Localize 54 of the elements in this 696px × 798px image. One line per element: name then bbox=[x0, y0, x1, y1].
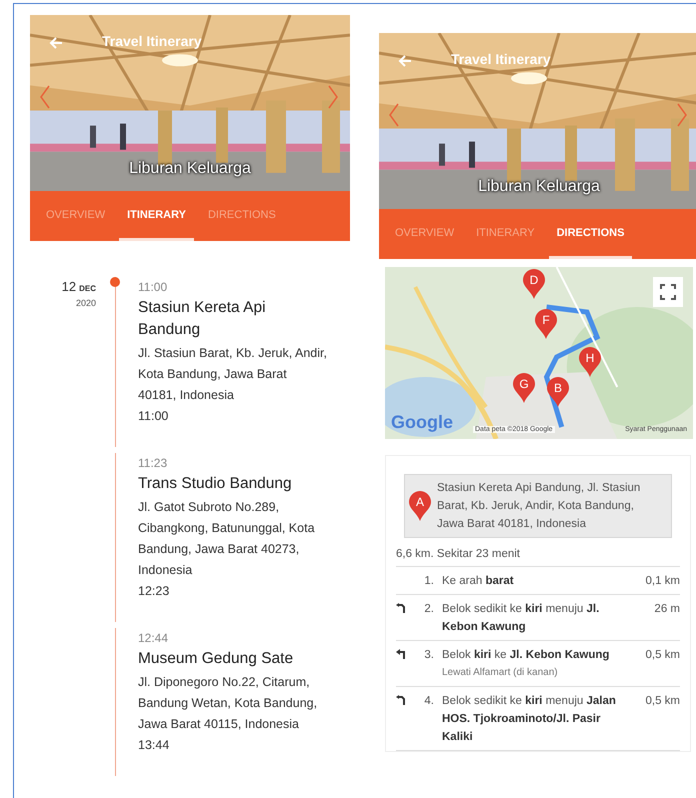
step-number: 2. bbox=[423, 602, 435, 617]
date-month: DEC bbox=[79, 284, 96, 293]
step-instruction: Belok sedikit ke kiri menuju Jl. Kebon Kawung bbox=[442, 602, 600, 635]
next-chevron-icon[interactable] bbox=[677, 103, 687, 127]
arrival-time: 12:44 bbox=[138, 630, 170, 647]
turn-slight-left-icon bbox=[396, 603, 406, 613]
trip-name: Liburan Keluarga bbox=[478, 178, 600, 196]
screen-title: Travel Itinerary bbox=[102, 33, 202, 49]
step-distance: 0,5 km bbox=[644, 648, 680, 663]
place-address: Jl. Stasiun Barat, Kb. Jeruk, Andir, Kota Bandung, Jawa Barat 40181, Indonesia bbox=[138, 345, 328, 404]
next-chevron-icon[interactable] bbox=[328, 85, 338, 109]
arrival-time: 11:00 bbox=[138, 279, 168, 296]
step-instruction: Belok sedikit ke kiri menuju Jalan HOS. Tjokroaminoto/Jl. Pasir Kaliki bbox=[442, 694, 617, 745]
place-name: Museum Gedung Sate bbox=[138, 649, 294, 669]
start-address: Stasiun Kereta Api Bandung, Jl. Stasiun Barat, Kb. Jeruk, Andir, Kota Bandung, Jawa Barat 40181, Indonesia bbox=[437, 481, 642, 532]
back-arrow-icon[interactable] bbox=[48, 35, 64, 51]
map-marker[interactable]: F bbox=[535, 309, 557, 339]
step-instruction: Belok kiri ke Jl. Kebon Kawung bbox=[442, 648, 610, 663]
fullscreen-icon[interactable] bbox=[653, 277, 683, 307]
place-address: Jl. Diponegoro No.22, Citarum, Bandung Wetan, Kota Bandung, Jawa Barat 40115, Indonesia bbox=[138, 674, 318, 733]
step-distance: 0,1 km bbox=[644, 574, 680, 589]
screen-title: Travel Itinerary bbox=[451, 51, 551, 67]
step-number: 3. bbox=[423, 648, 435, 663]
map-marker[interactable]: D bbox=[523, 269, 545, 299]
route-summary: 6,6 km. Sekitar 23 menit bbox=[396, 546, 680, 567]
step-number: 1. bbox=[423, 574, 435, 589]
back-arrow-icon[interactable] bbox=[397, 53, 413, 69]
departure-time: 12:23 bbox=[138, 583, 170, 600]
turn-left-icon bbox=[396, 649, 406, 659]
departure-time: 11:00 bbox=[138, 408, 170, 425]
turn-slight-left-icon bbox=[396, 695, 406, 705]
place-name: Stasiun Kereta Api Bandung bbox=[138, 298, 267, 340]
location-pin: A bbox=[409, 491, 431, 521]
step-number: 4. bbox=[423, 694, 435, 709]
step-instruction: Ke arah barat bbox=[442, 574, 515, 589]
previous-chevron-icon[interactable] bbox=[40, 85, 50, 109]
tab[interactable]: ITINERARY bbox=[119, 191, 194, 241]
map-marker[interactable]: H bbox=[579, 347, 601, 377]
trip-name: Liburan Keluarga bbox=[129, 160, 251, 178]
timeline-dot bbox=[110, 277, 120, 287]
date-day: 12 bbox=[62, 279, 76, 294]
step-note: Lewati Alfamart (di kanan) bbox=[442, 666, 559, 680]
map-marker[interactable]: G bbox=[513, 373, 535, 403]
tab[interactable]: DIRECTIONS bbox=[548, 209, 632, 259]
departure-time: 13:44 bbox=[138, 737, 170, 754]
place-name: Trans Studio Bandung bbox=[138, 474, 293, 494]
date-year: 2020 bbox=[74, 298, 96, 308]
arrival-time: 11:23 bbox=[138, 455, 168, 472]
map-marker[interactable]: B bbox=[547, 377, 569, 407]
previous-chevron-icon[interactable] bbox=[389, 103, 399, 127]
place-address: Jl. Gatot Subroto No.289, Cibangkong, Batununggal, Kota Bandung, Jawa Barat 40273, Indonesia bbox=[138, 499, 316, 579]
step-distance: 0,5 km bbox=[644, 694, 680, 709]
step-distance: 26 m bbox=[653, 602, 680, 617]
map-logo: Google bbox=[391, 412, 453, 433]
